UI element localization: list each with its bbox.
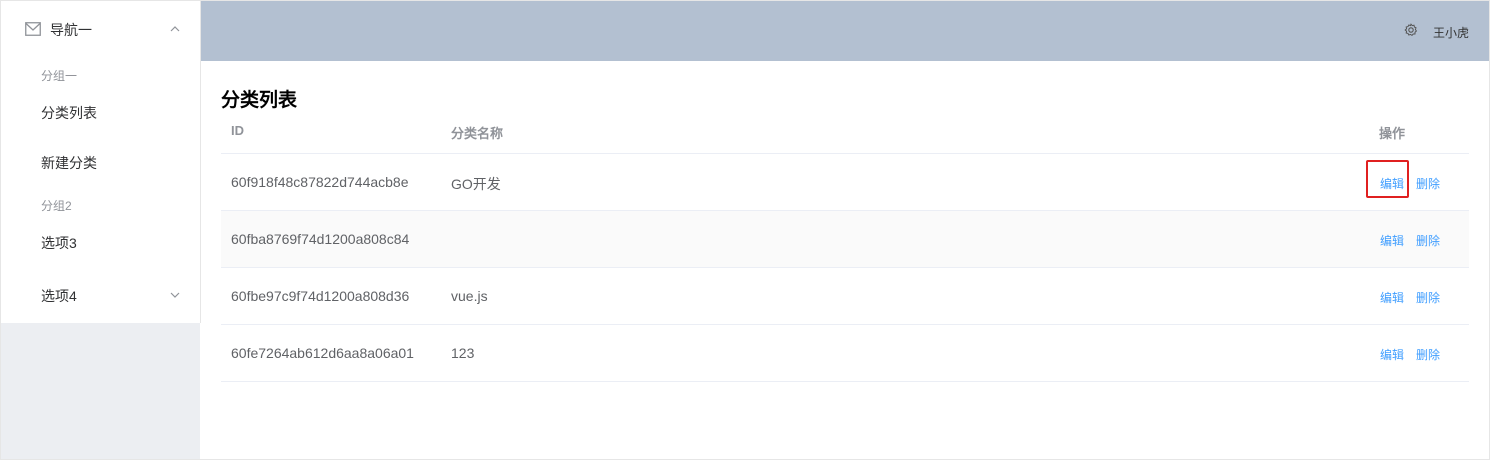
group-title-2: 分组2	[41, 199, 72, 213]
sidebar: 导航一 分组一 分类列表 新建分类 分组2 选项3 选项4	[1, 1, 201, 459]
column-header-actions: 操作	[1379, 126, 1406, 141]
page-title: 分类列表	[221, 90, 298, 111]
table-row: 60fbe97c9f74d1200a808d36 vue.js 编辑 删除	[221, 268, 1469, 325]
sidebar-item-new-category[interactable]: 新建分类	[1, 137, 200, 187]
submenu-option4-label: 选项4	[41, 288, 77, 304]
top-header: 王小虎	[201, 1, 1489, 61]
group-title-1: 分组一	[41, 69, 78, 83]
row-name: vue.js	[451, 288, 488, 304]
sidebar-item-label: 分类列表	[41, 105, 97, 121]
submenu-nav1-label: 导航一	[50, 22, 92, 38]
category-table: ID 分类名称 操作 60f918f48c87822d744acb8e GO开发…	[221, 109, 1469, 382]
edit-button[interactable]: 编辑	[1380, 232, 1404, 249]
row-name: GO开发	[451, 176, 501, 192]
table-row: 60f918f48c87822d744acb8e GO开发 编辑 删除	[221, 154, 1469, 211]
chevron-up-icon	[170, 26, 180, 32]
row-id: 60fba8769f74d1200a808c84	[231, 231, 410, 247]
table-row: 60fe7264ab612d6aa8a06a01 123 编辑 删除	[221, 325, 1469, 382]
edit-button[interactable]: 编辑	[1380, 175, 1404, 192]
sidebar-item-option3[interactable]: 选项3	[1, 217, 200, 267]
delete-button[interactable]: 删除	[1416, 346, 1440, 363]
sidebar-menu: 导航一 分组一 分类列表 新建分类 分组2 选项3 选项4	[1, 1, 201, 323]
column-header-id: ID	[231, 123, 244, 138]
row-id: 60f918f48c87822d744acb8e	[231, 174, 409, 190]
delete-button[interactable]: 删除	[1416, 232, 1440, 249]
row-id: 60fbe97c9f74d1200a808d36	[231, 288, 410, 304]
delete-button[interactable]: 删除	[1416, 175, 1440, 192]
main-content: 分类列表 ID 分类名称 操作 60f918f48c87822d744acb8e…	[201, 61, 1489, 459]
submenu-option4[interactable]: 选项4	[1, 267, 200, 323]
row-id: 60fe7264ab612d6aa8a06a01	[231, 345, 414, 361]
edit-button[interactable]: 编辑	[1380, 289, 1404, 306]
table-header: ID 分类名称 操作	[221, 109, 1469, 154]
delete-button[interactable]: 删除	[1416, 289, 1440, 306]
chevron-down-icon	[170, 292, 180, 298]
envelope-icon	[25, 22, 41, 36]
edit-button[interactable]: 编辑	[1380, 346, 1404, 363]
row-name: 123	[451, 345, 475, 361]
submenu-nav1[interactable]: 导航一	[1, 1, 200, 57]
column-header-name: 分类名称	[451, 126, 504, 141]
sidebar-item-label: 新建分类	[41, 155, 97, 171]
sidebar-item-category-list[interactable]: 分类列表	[1, 87, 200, 137]
sidebar-item-label: 选项3	[41, 235, 77, 251]
username: 王小虎	[1433, 26, 1470, 40]
gear-icon[interactable]	[1404, 23, 1418, 37]
table-row: 60fba8769f74d1200a808c84 编辑 删除	[221, 211, 1469, 268]
